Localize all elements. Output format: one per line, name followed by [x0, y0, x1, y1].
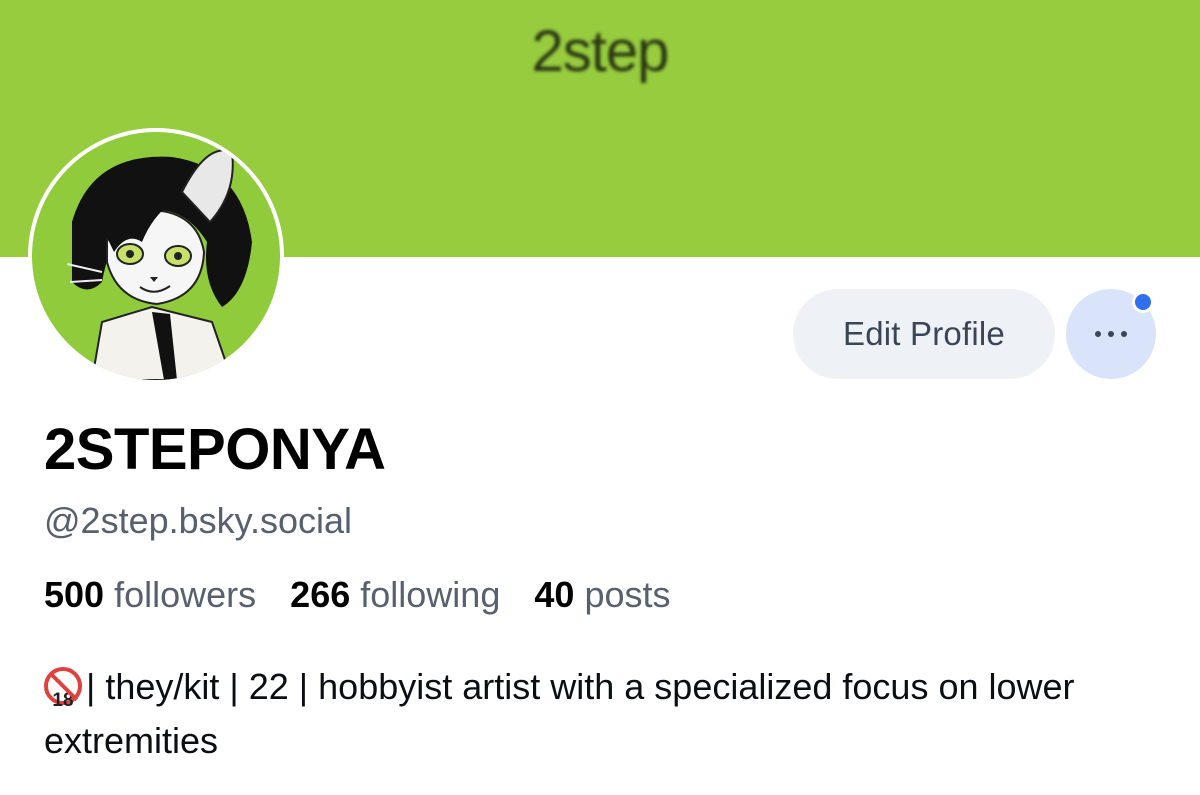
profile-handle: @2step.bsky.social: [44, 500, 353, 541]
followers-stat[interactable]: 500 followers: [44, 574, 256, 615]
avatar[interactable]: [28, 128, 284, 384]
ellipsis-icon: [1095, 331, 1127, 337]
cartoon-cat-avatar-icon: [32, 132, 280, 380]
followers-label: followers: [114, 574, 257, 615]
banner-text: 2step: [531, 19, 670, 84]
followers-count: 500: [44, 574, 105, 615]
notification-dot: [1132, 291, 1154, 313]
bio-text: | they/kit | 22 | hobbyist artist with a…: [44, 666, 1075, 761]
edit-profile-button[interactable]: Edit Profile: [793, 289, 1055, 379]
posts-label: posts: [584, 574, 671, 615]
no-under-18-icon: 18: [44, 667, 82, 711]
profile-stats: 500 followers 266 following 40 posts: [44, 574, 694, 616]
following-count: 266: [290, 574, 351, 615]
posts-stat: 40 posts: [534, 574, 670, 615]
badge-number: 18: [52, 690, 74, 711]
following-stat[interactable]: 266 following: [290, 574, 500, 615]
posts-count: 40: [534, 574, 575, 615]
display-name: 2STEPONYA: [44, 417, 386, 482]
profile-bio: 18 | they/kit | 22 | hobbyist artist with…: [44, 660, 1164, 768]
following-label: following: [360, 574, 501, 615]
